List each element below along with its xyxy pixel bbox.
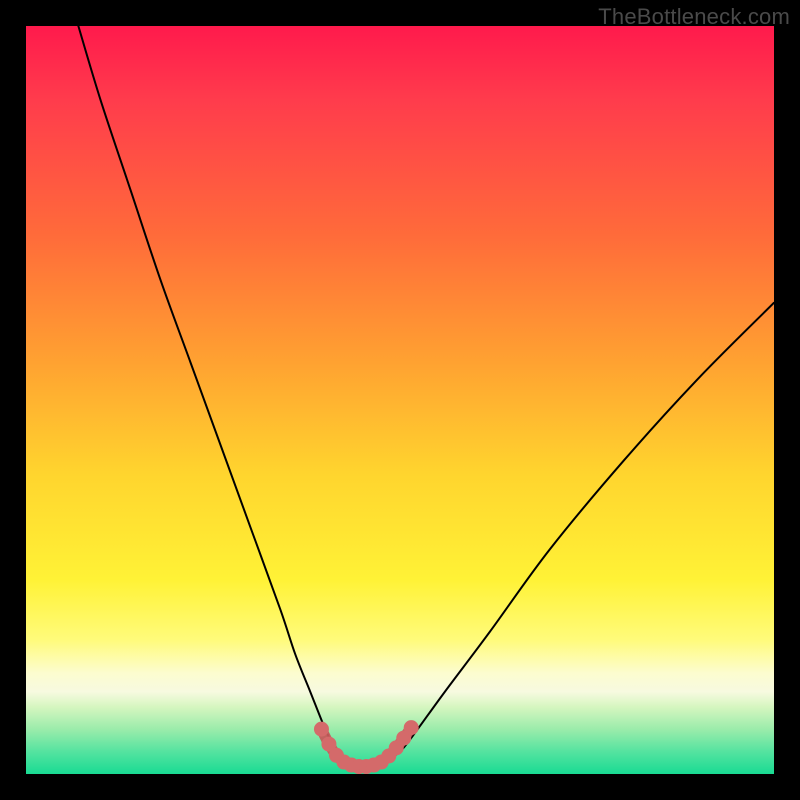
bottleneck-chart <box>26 26 774 774</box>
gradient-background <box>26 26 774 774</box>
plot-area <box>26 26 774 774</box>
optimal-range-marker <box>314 722 329 737</box>
watermark-text: TheBottleneck.com <box>598 4 790 30</box>
optimal-range-marker <box>404 720 419 735</box>
chart-frame: TheBottleneck.com <box>0 0 800 800</box>
